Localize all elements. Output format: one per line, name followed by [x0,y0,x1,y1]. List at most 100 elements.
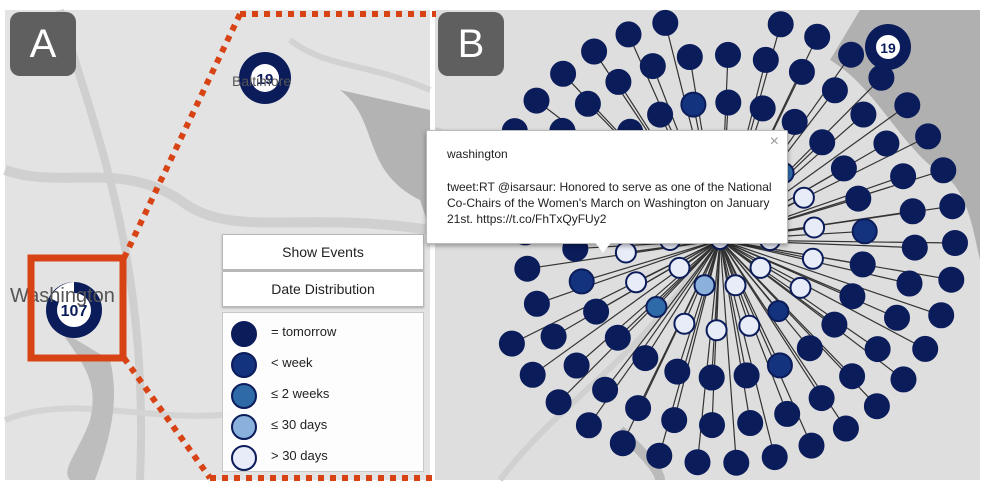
tweet-node[interactable] [581,38,608,65]
tweet-node[interactable] [890,163,917,190]
tweet-node[interactable] [575,412,602,439]
tweet-node[interactable] [724,274,747,297]
tweet-node[interactable] [809,129,836,156]
tweet-node[interactable] [915,123,942,150]
tweet-node[interactable] [928,302,955,329]
tweet-node[interactable] [761,444,788,471]
tweet-node[interactable] [851,218,878,245]
tweet-node[interactable] [749,95,776,122]
tweet-node[interactable] [832,415,859,442]
tweet-node[interactable] [615,21,642,48]
tweet-node[interactable] [884,304,910,331]
tweet-node[interactable] [563,352,590,379]
tweet-node[interactable] [804,23,831,50]
tweet-node[interactable] [821,311,848,338]
tweet-node[interactable] [550,60,577,87]
tweet-node[interactable] [604,324,631,351]
tweet-node[interactable] [523,290,550,317]
close-icon[interactable]: × [770,133,779,151]
tweet-node[interactable] [645,296,668,318]
tweet-node[interactable] [789,276,812,299]
tweet-node[interactable] [625,271,648,294]
tweet-node[interactable] [942,230,968,256]
show-events-button[interactable]: Show Events [222,234,424,270]
tweet-node[interactable] [652,9,679,36]
tweet-node[interactable] [583,298,610,325]
tweet-node[interactable] [705,319,728,342]
tweet-node[interactable] [796,335,823,362]
tweet-node[interactable] [774,400,801,427]
tweet-node[interactable] [792,186,815,209]
tweet-node[interactable] [664,358,691,385]
tweet-node[interactable] [896,270,923,297]
tweet-node[interactable] [632,345,659,372]
date-distribution-button[interactable]: Date Distribution [222,271,424,307]
tweet-node[interactable] [849,251,876,278]
tweet-node[interactable] [568,268,595,295]
tweet-node[interactable] [514,255,541,282]
tweet-node[interactable] [912,335,939,362]
tweet-node[interactable] [680,91,707,118]
tweet-node[interactable] [498,330,525,357]
tweet-node[interactable] [609,430,636,457]
tweet-node[interactable] [767,11,794,38]
tweet-node[interactable] [873,130,900,157]
tweet-node[interactable] [668,256,691,279]
tweet-node[interactable] [733,362,760,389]
tweet-node[interactable] [661,407,688,434]
tweet-node[interactable] [699,412,725,439]
tweet-node[interactable] [592,376,619,403]
tweet-node[interactable] [803,216,826,239]
tooltip-title: washington [447,147,508,161]
tweet-node[interactable] [693,274,716,297]
tweet-node[interactable] [519,361,546,388]
tweet-node[interactable] [738,314,761,337]
tweet-node[interactable] [890,366,917,393]
map-label-washington: Washington [10,285,115,307]
tooltip-pointer [594,241,612,253]
tweet-node[interactable] [901,234,928,261]
tweet-node[interactable] [845,185,872,212]
tweet-node[interactable] [614,241,637,264]
tweet-node[interactable] [930,157,957,184]
tweet-node[interactable] [625,395,652,422]
tweet-node[interactable] [939,193,966,220]
tweet-node[interactable] [639,53,666,80]
tweet-node[interactable] [676,44,703,70]
cluster-marker-b[interactable]: 19 [865,24,911,70]
tweet-node[interactable] [808,385,835,412]
tweet-node[interactable] [723,449,750,476]
tweet-node[interactable] [647,101,674,128]
tweet-node[interactable] [545,389,572,416]
map-label-baltimore: Baltimore [232,73,291,89]
tweet-node[interactable] [821,77,848,104]
tweet-node[interactable] [788,58,815,85]
tweet-node[interactable] [850,101,877,128]
tweet-node[interactable] [540,323,567,350]
tweet-node[interactable] [523,87,550,114]
tweet-node[interactable] [698,364,725,391]
tweet-node[interactable] [673,312,696,335]
tweet-node[interactable] [798,432,825,459]
tweet-node[interactable] [715,89,742,116]
tweet-node[interactable] [899,198,926,225]
tweet-node[interactable] [767,300,790,323]
tweet-node[interactable] [646,442,673,469]
tweet-node[interactable] [766,352,793,379]
tweet-node[interactable] [752,46,779,73]
tweet-node[interactable] [749,256,772,279]
tweet-node[interactable] [864,336,891,363]
tweet-node[interactable] [863,393,890,420]
tweet-node[interactable] [894,92,921,119]
tweet-node[interactable] [830,155,857,182]
tweet-node[interactable] [839,283,866,310]
tweet-node[interactable] [839,363,866,390]
tweet-node[interactable] [838,41,865,68]
tweet-node[interactable] [684,449,711,476]
tweet-node[interactable] [715,41,741,68]
tweet-node[interactable] [737,410,764,436]
tweet-node[interactable] [801,247,824,270]
tweet-node[interactable] [605,68,632,95]
tweet-node[interactable] [574,90,601,117]
tweet-node[interactable] [938,266,965,293]
